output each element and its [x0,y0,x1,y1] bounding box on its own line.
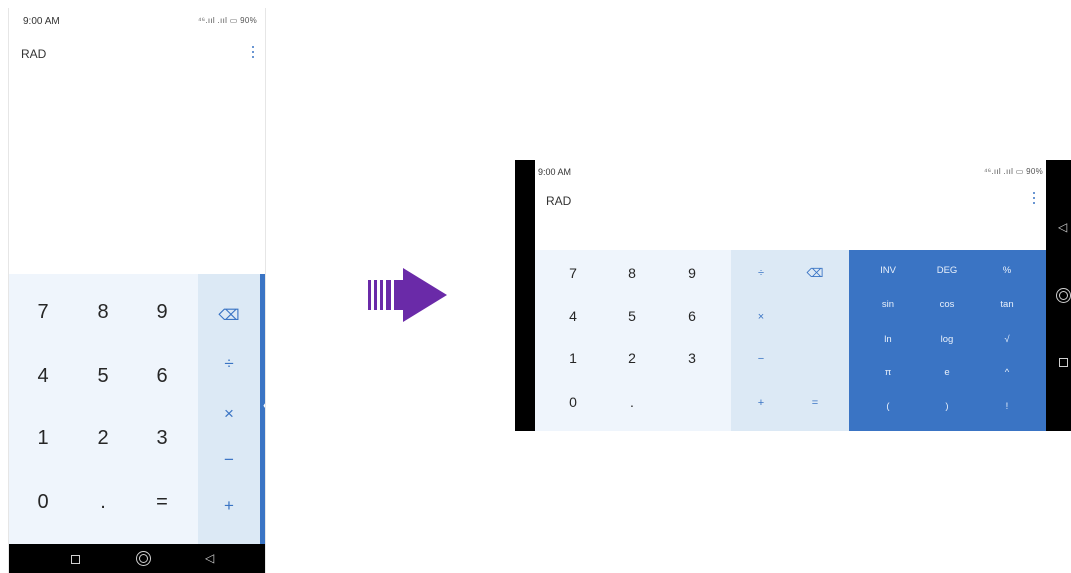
key-cos[interactable]: cos [927,299,967,310]
key-4[interactable]: 4 [558,308,588,324]
key-factorial[interactable]: ! [987,401,1027,412]
key-close-paren[interactable]: ) [927,401,967,412]
advanced-functions-pad: INV DEG % sin cos tan ln log √ π e ^ ( )… [849,250,1046,431]
key-inv[interactable]: INV [868,265,908,276]
key-9[interactable]: 9 [677,265,707,281]
calculator-display [9,68,265,274]
back-button-icon[interactable]: ◁ [205,551,214,565]
key-plus[interactable]: + [209,496,249,516]
operator-pad: ÷ ⌫ × − + = [731,250,849,431]
landscape-phone-screen: 9:00 AM ⁴⁶.ııl .ııl ▭ 90% RAD 7 8 9 4 5 … [515,160,1071,431]
key-equals[interactable]: = [142,491,182,514]
key-7[interactable]: 7 [558,265,588,281]
key-8[interactable]: 8 [617,265,647,281]
key-0[interactable]: 0 [23,491,63,514]
navigation-bar: ◁ [1046,160,1071,431]
angle-mode-indicator: RAD [21,47,47,61]
key-6[interactable]: 6 [142,365,182,388]
key-divide[interactable]: ÷ [209,354,249,374]
key-equals[interactable]: = [800,397,830,409]
backspace-icon[interactable]: ⌫ [800,266,830,280]
backspace-icon[interactable]: ⌫ [209,306,249,324]
status-icons: ⁴⁶.ııl .ııl ▭ 90% [198,16,257,25]
status-bar: 9:00 AM ⁴⁶.ııl .ııl ▭ 90% [535,160,1046,182]
navigation-bar: ◁ [9,544,265,573]
key-2[interactable]: 2 [83,427,123,450]
key-multiply[interactable]: × [746,311,776,323]
portrait-phone-screen: 9:00 AM ⁴⁶.ııl .ııl ▭ 90% RAD 7 8 9 4 5 … [8,8,266,573]
key-9[interactable]: 9 [142,301,182,324]
key-ln[interactable]: ln [868,334,908,345]
landscape-app-area: 9:00 AM ⁴⁶.ııl .ııl ▭ 90% RAD 7 8 9 4 5 … [535,160,1046,431]
more-options-icon[interactable] [1031,191,1037,205]
key-sqrt[interactable]: √ [987,334,1027,345]
key-plus[interactable]: + [746,397,776,409]
key-5[interactable]: 5 [617,308,647,324]
key-1[interactable]: 1 [23,427,63,450]
home-button-icon[interactable] [136,551,151,566]
recents-button-icon[interactable] [71,555,80,564]
key-5[interactable]: 5 [83,365,123,388]
angle-mode-indicator: RAD [546,194,572,208]
transition-arrow-icon [368,268,447,322]
key-6[interactable]: 6 [677,308,707,324]
key-percent[interactable]: % [987,265,1027,276]
numpad: 7 8 9 4 5 6 1 2 3 0 . = [9,274,198,544]
key-3[interactable]: 3 [142,427,182,450]
key-deg[interactable]: DEG [927,265,967,276]
more-options-icon[interactable] [250,45,256,59]
home-button-icon[interactable] [1056,288,1071,303]
key-tan[interactable]: tan [987,299,1027,310]
key-7[interactable]: 7 [23,301,63,324]
key-1[interactable]: 1 [558,350,588,366]
key-divide[interactable]: ÷ [746,267,776,279]
status-bar: 9:00 AM ⁴⁶.ııl .ııl ▭ 90% [9,8,265,32]
status-icons: ⁴⁶.ııl .ııl ▭ 90% [984,167,1043,176]
operator-pad: ⌫ ÷ × − + [198,274,260,544]
key-log[interactable]: log [927,334,967,345]
chevron-left-icon[interactable]: ‹ [263,398,265,412]
key-0[interactable]: 0 [558,394,588,410]
key-e[interactable]: e [927,367,967,378]
recents-button-icon[interactable] [1059,358,1068,367]
key-decimal[interactable]: . [83,491,123,514]
key-decimal[interactable]: . [617,394,647,410]
back-button-icon[interactable]: ◁ [1058,220,1067,234]
key-pi[interactable]: π [868,367,908,378]
status-time: 9:00 AM [538,167,572,177]
key-2[interactable]: 2 [617,350,647,366]
status-time: 9:00 AM [23,16,60,27]
key-4[interactable]: 4 [23,365,63,388]
numpad: 7 8 9 4 5 6 1 2 3 0 . [535,250,731,431]
key-sin[interactable]: sin [868,299,908,310]
key-power[interactable]: ^ [987,367,1027,378]
key-8[interactable]: 8 [83,301,123,324]
key-multiply[interactable]: × [209,404,249,424]
key-minus[interactable]: − [209,450,249,470]
key-open-paren[interactable]: ( [868,401,908,412]
key-3[interactable]: 3 [677,350,707,366]
key-minus[interactable]: − [746,353,776,365]
